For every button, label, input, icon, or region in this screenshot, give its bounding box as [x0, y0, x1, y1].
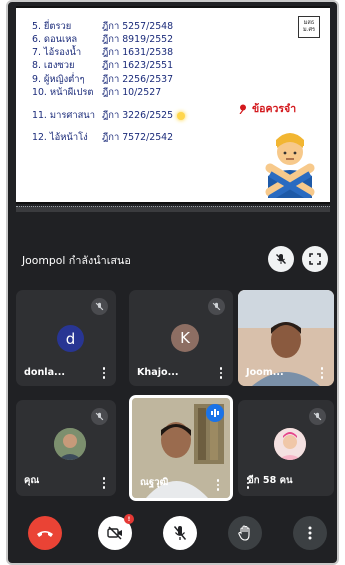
raise-hand-button[interactable]: [228, 516, 262, 550]
muted-badge: [309, 408, 326, 425]
mic-off-icon: [173, 526, 187, 540]
raise-hand-icon: [238, 525, 250, 541]
slide-row-ref: ฎีกา 7572/2542: [102, 132, 174, 144]
avatar: [274, 428, 306, 460]
slide-row-ref: ฎีกา 1631/2538: [102, 47, 174, 59]
call-controls: !: [8, 510, 337, 560]
lightbulb-icon: [177, 111, 186, 120]
avatar: K: [171, 324, 199, 352]
participant-tile[interactable]: K Khajo...: [129, 290, 233, 386]
end-call-button[interactable]: [28, 516, 62, 550]
participant-name: Khajo...: [137, 367, 179, 378]
avatar: d: [57, 325, 84, 352]
participant-tile[interactable]: d donla...: [16, 290, 116, 386]
muted-badge: [208, 298, 225, 315]
slide-row: 12. ไอ้หน้าโง่ ฎีกา 7572/2542: [32, 131, 242, 144]
mic-off-icon: [95, 302, 104, 311]
avatar: [54, 428, 86, 460]
presentation-mute-button[interactable]: [268, 246, 294, 272]
more-options-icon[interactable]: [317, 366, 327, 380]
profile-photo: [54, 428, 86, 460]
university-logo: มสธ ม.ศร: [298, 16, 320, 38]
profile-photo: [274, 428, 306, 460]
participant-name: donla...: [24, 367, 65, 378]
others-tile[interactable]: อีก 58 คน: [238, 400, 334, 496]
participant-name: Joom...: [246, 367, 284, 378]
mic-off-icon: [95, 412, 104, 421]
mic-off-icon: [276, 254, 286, 264]
more-options-icon[interactable]: [99, 476, 109, 490]
fullscreen-icon: [309, 253, 321, 265]
person-crossed-arms-icon: [265, 133, 315, 198]
slide-row: 10. หน้าผีเปรต ฎีกา 10/2527: [32, 86, 242, 99]
participant-tile[interactable]: คุณ: [16, 400, 116, 496]
slide-row-name: 9. ผู้หญิงต่ำๆ: [32, 73, 85, 85]
slide-row-ref: ฎีกา 8919/2552: [102, 33, 174, 45]
slide-row-ref: ฎีกา 2256/2537: [102, 73, 174, 85]
slide-row: 7. ไอ้รองน้ำ ฎีกา 1631/2538: [32, 46, 242, 59]
slide-row: 11. มารศาสนา ฎีกา 3226/2525: [32, 109, 242, 122]
camera-toggle-button[interactable]: !: [98, 514, 134, 550]
participant-tile-active[interactable]: ณฐวุฒิ: [129, 395, 233, 501]
more-vert-icon: [308, 526, 312, 540]
camera-alert-badge: !: [124, 514, 134, 524]
muted-badge: [91, 408, 108, 425]
camera-off-icon: [107, 526, 122, 540]
slide-row-ref: ฎีกา 3226/2525: [102, 109, 174, 121]
slide-row-name: 6. ดอนเหล: [32, 33, 78, 45]
others-count: อีก 58 คน: [248, 475, 293, 486]
more-options-icon[interactable]: [243, 476, 253, 490]
slide-row: 8. เฮงซวย ฎีกา 1623/2551: [32, 60, 242, 73]
slide-row-name: 11. มารศาสนา: [32, 109, 95, 121]
slide-toolbar-strip: [16, 206, 330, 212]
pushpin-icon: [239, 104, 246, 114]
slide-row: 5. ยี่ตรวย ฎีกา 5257/2548: [32, 20, 242, 33]
audio-wave-icon: [211, 409, 219, 417]
more-options-icon[interactable]: [213, 478, 223, 492]
slide-row-ref: ฎีกา 5257/2548: [102, 20, 174, 32]
participant-tile[interactable]: Joom...: [238, 290, 334, 386]
slide-row-name: 8. เฮงซวย: [32, 60, 75, 72]
mic-toggle-button[interactable]: [163, 516, 197, 550]
more-options-icon[interactable]: [99, 366, 109, 380]
slide-row: 9. ผู้หญิงต่ำๆ ฎีกา 2256/2537: [32, 73, 242, 86]
logo-line: ม.ศร: [302, 26, 316, 33]
presenting-bar: Joompol กำลังนำเสนอ: [8, 244, 337, 278]
participant-name: คุณ: [24, 475, 40, 486]
slide-row-name: 10. หน้าผีเปรต: [32, 86, 94, 98]
slide-row-name: 5. ยี่ตรวย: [32, 20, 72, 32]
slide-row: 6. ดอนเหล ฎีกา 8919/2552: [32, 33, 242, 46]
reminder-label: ข้อควรจำ: [238, 100, 296, 117]
slide-row-name: 12. ไอ้หน้าโง่: [32, 132, 88, 144]
slide-case-list: 5. ยี่ตรวย ฎีกา 5257/2548 6. ดอนเหล ฎีกา 8…: [32, 20, 242, 145]
mic-off-icon: [212, 302, 221, 311]
presenting-label: Joompol กำลังนำเสนอ: [22, 254, 131, 267]
more-options-icon[interactable]: [216, 366, 226, 380]
speaking-indicator: [206, 404, 224, 422]
muted-badge: [91, 298, 108, 315]
slide-row-name: 7. ไอ้รองน้ำ: [32, 47, 82, 59]
shared-slide: 5. ยี่ตรวย ฎีกา 5257/2548 6. ดอนเหล ฎีกา 8…: [16, 6, 330, 204]
mic-off-icon: [313, 412, 322, 421]
fullscreen-button[interactable]: [302, 246, 328, 272]
hang-up-icon: [37, 531, 53, 537]
slide-row-ref: ฎีกา 1623/2551: [102, 60, 174, 72]
participant-name: ณฐวุฒิ: [140, 477, 169, 488]
meet-window: 5. ยี่ตรวย ฎีกา 5257/2548 6. ดอนเหล ฎีกา 8…: [6, 0, 339, 565]
reminder-text: ข้อควรจำ: [252, 103, 297, 115]
slide-row-ref: ฎีกา 10/2527: [102, 86, 162, 98]
more-options-button[interactable]: [293, 516, 327, 550]
